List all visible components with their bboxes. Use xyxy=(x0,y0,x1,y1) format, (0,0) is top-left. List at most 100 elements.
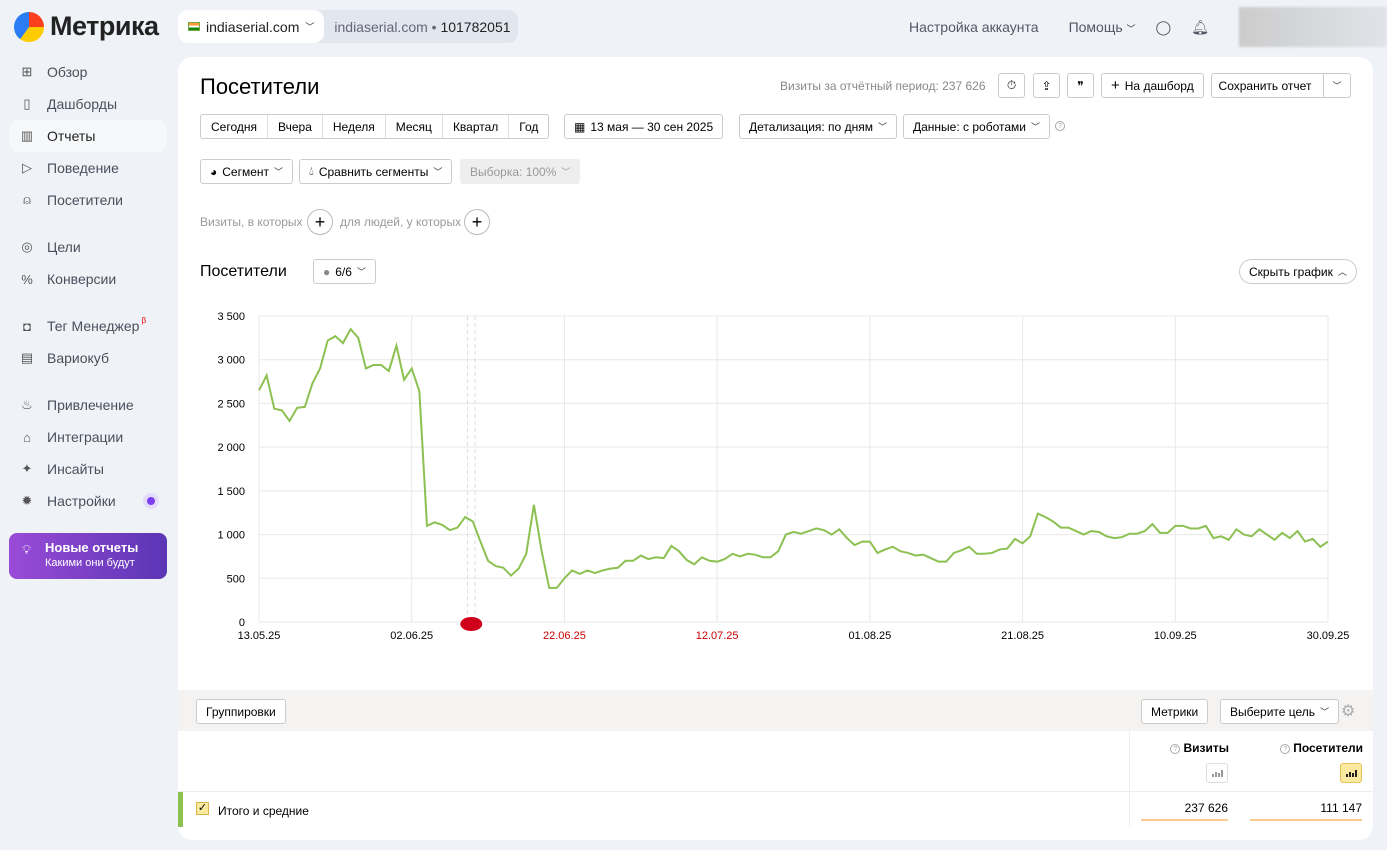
x-tick-label: 10.09.25 xyxy=(1154,630,1197,642)
visits-share-bar xyxy=(1141,819,1228,821)
gear-icon: ✹ xyxy=(21,493,33,508)
sidebar-item-5[interactable]: ◎ Цели xyxy=(9,231,167,263)
sidebar-item-label: Вариокуб xyxy=(47,350,109,366)
feedback-button[interactable]: ❞ xyxy=(1067,73,1094,98)
x-tick-label: 21.08.25 xyxy=(1001,630,1044,642)
period-5[interactable]: Год xyxy=(509,115,548,138)
period-3[interactable]: Месяц xyxy=(386,115,443,138)
total-visitors-value: 111 147 xyxy=(1320,801,1362,815)
sidebar-item-0[interactable]: ⊞ Обзор xyxy=(9,56,167,88)
period-0[interactable]: Сегодня xyxy=(201,115,268,138)
y-tick-label: 3 000 xyxy=(217,355,245,367)
save-options-chevron[interactable]: ﹀ xyxy=(1323,74,1350,97)
sidebar-item-label: Обзор xyxy=(47,64,88,80)
y-tick-label: 1 000 xyxy=(217,530,245,542)
y-tick-label: 3 500 xyxy=(217,311,245,323)
sidebar-item-2[interactable]: ▥ Отчеты xyxy=(9,120,167,152)
grid-icon: ⊞ xyxy=(21,64,33,79)
period-1[interactable]: Вчера xyxy=(268,115,323,138)
save-report-button[interactable]: Сохранить отчет ﹀ xyxy=(1211,73,1351,98)
sidebar-item-10[interactable]: ⌂ Интеграции xyxy=(9,421,167,453)
sidebar-item-3[interactable]: ▷ Поведение xyxy=(9,152,167,184)
new-reports-promo[interactable]: 💡︎ Новые отчеты Какими они будут xyxy=(9,533,167,579)
sidebar-item-8[interactable]: ▤ Вариокуб xyxy=(9,342,167,374)
flag-icon xyxy=(188,22,200,31)
period-2[interactable]: Неделя xyxy=(323,115,386,138)
counter-selector[interactable]: indiaserial.com ﹀ indiaserial.com • 10178… xyxy=(178,10,518,43)
date-range-picker[interactable]: ▦ 13 мая — 30 сен 2025 xyxy=(564,114,724,139)
total-visits-value: 237 626 xyxy=(1184,801,1228,815)
sidebar-item-label: Поведение xyxy=(47,160,119,176)
fire-icon: ♨ xyxy=(21,397,33,412)
dashboard-icon: ▯ xyxy=(23,96,31,111)
period-4[interactable]: Квартал xyxy=(443,115,510,138)
sidebar-item-7[interactable]: ◘ Тег Менеджер β xyxy=(9,310,167,342)
sidebar-item-12[interactable]: ✹ Настройки xyxy=(9,485,167,517)
notification-dot xyxy=(147,497,155,505)
percent-icon: % xyxy=(21,271,33,287)
settings-gear-icon[interactable]: ⚙ xyxy=(1341,701,1355,721)
visitors-series-line xyxy=(258,327,1329,589)
logo-icon xyxy=(14,11,44,42)
sidebar-item-11[interactable]: ✦ Инсайты xyxy=(9,453,167,485)
add-to-dashboard-button[interactable]: + На дашборд xyxy=(1101,73,1204,98)
sidebar-item-label: Дашборды xyxy=(47,96,117,112)
chart-visits-toggle[interactable] xyxy=(1206,763,1228,783)
account-settings-link[interactable]: Настройка аккаунта xyxy=(909,19,1039,35)
sparkle-icon: ✦ xyxy=(21,461,33,476)
export-button[interactable]: ⇪ xyxy=(1033,73,1060,98)
sidebar-item-label: Отчеты xyxy=(47,128,96,144)
y-tick-label: 2 500 xyxy=(217,398,245,410)
sidebar-item-label: Настройки xyxy=(47,493,116,509)
logo[interactable]: Метрика xyxy=(14,11,159,42)
total-row-label: Итого и средние xyxy=(218,804,309,818)
help-icon[interactable]: ? xyxy=(1055,121,1065,131)
user-avatar[interactable] xyxy=(1239,7,1387,47)
sidebar-item-9[interactable]: ♨ Привлечение xyxy=(9,389,167,421)
x-tick-label: 02.06.25 xyxy=(390,630,433,642)
history-button[interactable]: ⏱︎ xyxy=(998,73,1025,98)
sidebar-item-6[interactable]: % Конверсии xyxy=(9,263,167,295)
metrics-button[interactable]: Метрики xyxy=(1141,699,1209,724)
table-toolbar: Группировки Метрики Выберите цель ﹀ ⚙ xyxy=(178,690,1373,731)
y-tick-label: 0 xyxy=(239,617,245,629)
quote-icon: ❞ xyxy=(1077,78,1084,93)
goal-dropdown[interactable]: Выберите цель ﹀ xyxy=(1220,699,1340,724)
counter-id: indiaserial.com • 101782051 xyxy=(334,18,511,35)
sidebar-item-label: Цели xyxy=(47,239,81,255)
segment-button[interactable]: ◕ Сегмент ﹀ xyxy=(200,159,294,184)
visitors-share-bar xyxy=(1250,819,1362,821)
sidebar-item-label: Привлечение xyxy=(47,397,134,413)
column-visits[interactable]: ? Визиты xyxy=(1170,741,1229,755)
hide-chart-button[interactable]: Скрыть график ︿ xyxy=(1239,259,1357,284)
sidebar: ⊞ Обзор ▯ Дашборды ▥ Отчеты ▷ Поведение ⍝ Посетит… xyxy=(9,56,167,579)
sidebar-item-1[interactable]: ▯ Дашборды xyxy=(9,88,167,120)
add-visit-filter-button[interactable]: + xyxy=(307,209,333,235)
period-selector: Сегодня Вчера Неделя Месяц Квартал Год xyxy=(200,114,550,139)
chat-icon[interactable]: ◯ xyxy=(1156,19,1172,36)
bell-icon[interactable]: 🔔︎ xyxy=(1191,19,1209,36)
add-people-filter-button[interactable]: + xyxy=(464,209,490,235)
target-icon: ◎ xyxy=(21,239,33,254)
calendar-icon: ▦ xyxy=(574,119,586,134)
share-icon: ⇪ xyxy=(1041,78,1052,93)
play-icon: ▷ xyxy=(22,160,32,175)
compare-segments-button[interactable]: 💧︎ Сравнить сегменты ﹀ xyxy=(299,159,453,184)
sidebar-item-4[interactable]: ⍝ Посетители xyxy=(9,184,167,216)
data-mode-dropdown[interactable]: Данные: с роботами ﹀ xyxy=(903,114,1050,139)
column-visitors[interactable]: ? Посетители xyxy=(1280,741,1363,755)
report-card: Посетители Визиты за отчётный период: 23… xyxy=(178,57,1373,840)
groupings-button[interactable]: Группировки xyxy=(196,699,286,724)
total-row-checkbox[interactable]: ✓ xyxy=(196,802,209,815)
x-tick-label: 22.06.25 xyxy=(543,630,586,642)
site-dropdown[interactable]: indiaserial.com ﹀ xyxy=(178,10,325,43)
chart-visitors-toggle[interactable] xyxy=(1340,763,1362,783)
detail-dropdown[interactable]: Детализация: по дням ﹀ xyxy=(739,114,897,139)
sample-dropdown[interactable]: Выборка: 100% ﹀ xyxy=(460,159,581,184)
x-tick-label: 13.05.25 xyxy=(238,630,281,642)
metrics-counter-button[interactable]: ● 6/6 ﹀ xyxy=(313,259,376,284)
annotation-marker-icon xyxy=(460,617,483,631)
people-filter-label: для людей, у которых xyxy=(340,215,462,229)
help-menu[interactable]: Помощь ﹀ xyxy=(1069,19,1136,35)
comment-icon: ● xyxy=(323,264,331,279)
